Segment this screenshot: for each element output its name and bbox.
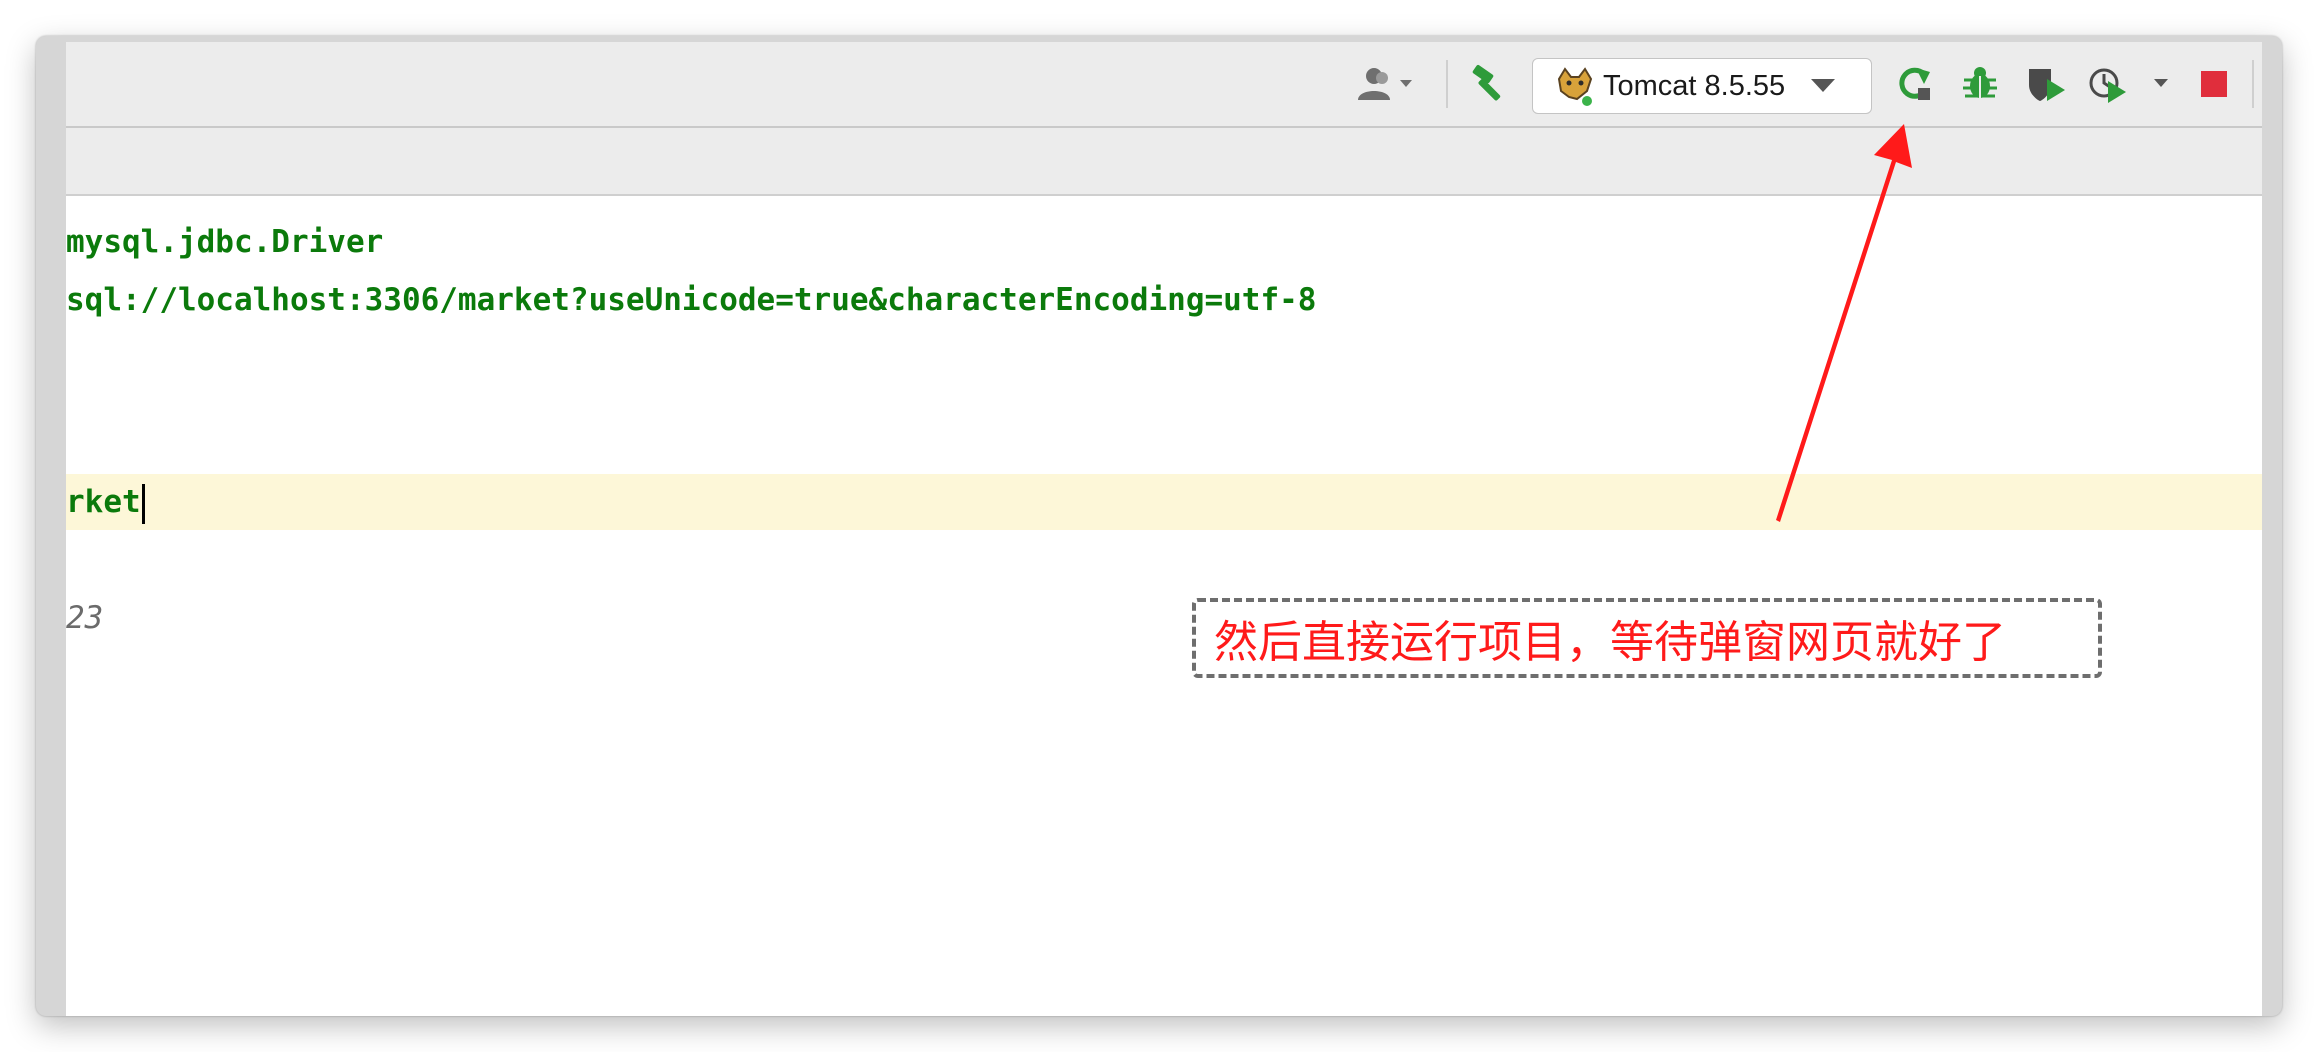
ide-window: Tomcat 8.5.55 mysql.jdbc.Driver sql://lo… (66, 42, 2262, 1016)
window-frame: Tomcat 8.5.55 mysql.jdbc.Driver sql://lo… (36, 36, 2282, 1016)
current-line-highlight (66, 474, 2262, 530)
main-toolbar: Tomcat 8.5.55 (66, 42, 2262, 128)
tomcat-icon (1553, 65, 1595, 107)
rerun-icon[interactable] (1890, 60, 1938, 108)
hammer-icon[interactable] (1466, 60, 1514, 108)
code-line-current: rket (66, 474, 145, 530)
code-line-number: 23 (66, 600, 104, 636)
code-line-url: sql://localhost:3306/market?useUnicode=t… (66, 282, 1317, 318)
user-icon[interactable] (1354, 60, 1424, 108)
editor-tab-bar (66, 128, 2262, 196)
profile-icon[interactable] (2088, 60, 2178, 108)
code-line-current-text: rket (66, 484, 141, 520)
toolbar-separator (1446, 60, 1448, 108)
annotation-callout: 然后直接运行项目，等待弹窗网页就好了 (1192, 598, 2102, 678)
stop-icon[interactable] (2190, 60, 2238, 108)
bug-icon[interactable] (1956, 60, 2004, 108)
run-configuration-selector[interactable]: Tomcat 8.5.55 (1532, 58, 1872, 114)
chevron-down-icon (1811, 79, 1836, 93)
coverage-icon[interactable] (2022, 60, 2070, 108)
code-line-driver: mysql.jdbc.Driver (66, 224, 384, 260)
toolbar-separator-end (2252, 60, 2254, 108)
text-caret (141, 483, 145, 524)
run-configuration-label: Tomcat 8.5.55 (1603, 69, 1786, 102)
